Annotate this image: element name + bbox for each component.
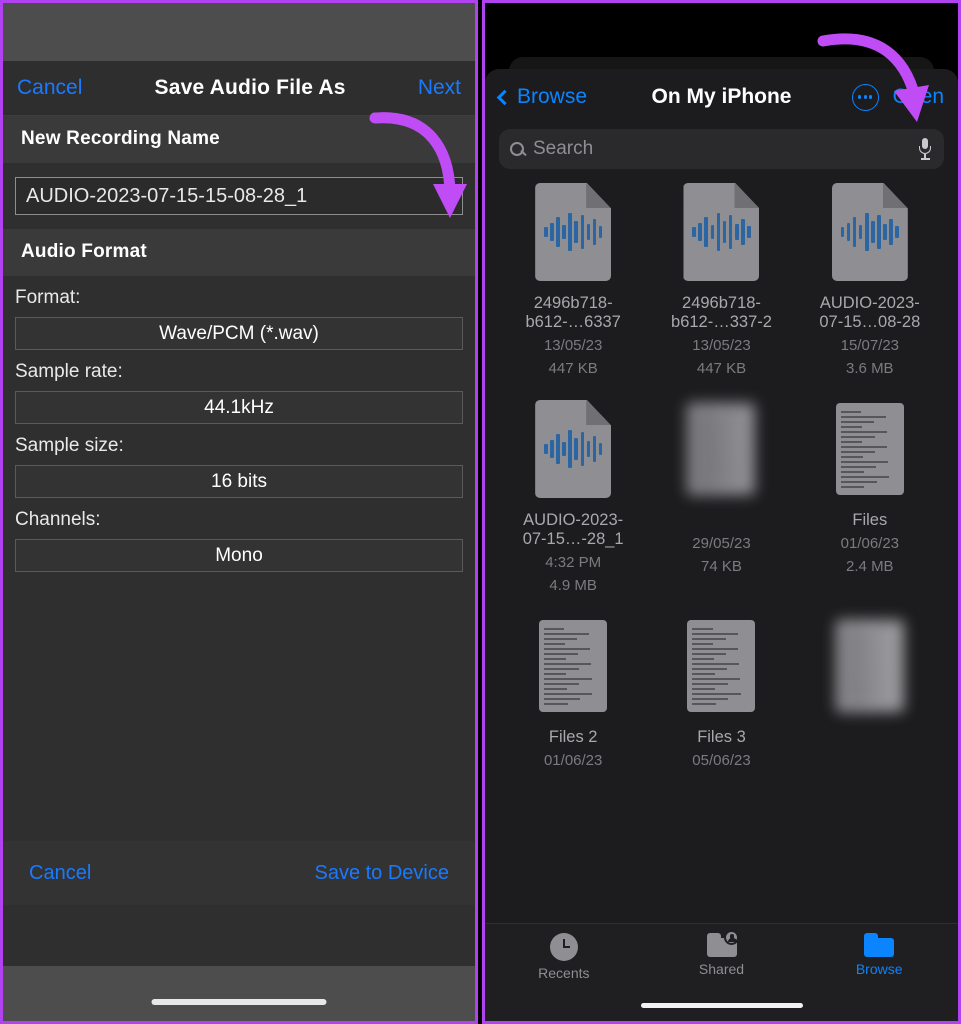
file-grid: 2496b718-b612-…6337 13/05/23 447 KB 2496b71… xyxy=(485,169,958,871)
section-header-audio-format: Audio Format xyxy=(3,229,475,276)
file-date: 13/05/23 xyxy=(543,337,603,354)
file-size: 2.4 MB xyxy=(846,558,894,575)
file-size: 3.6 MB xyxy=(846,360,894,377)
microphone-icon[interactable] xyxy=(917,138,933,160)
id-document-file-icon xyxy=(832,617,908,715)
file-item[interactable] xyxy=(796,617,944,770)
navbar-right-actions: Open xyxy=(851,83,944,111)
shared-folder-icon xyxy=(706,930,739,957)
file-date: 01/06/23 xyxy=(543,752,603,769)
right-home-indicator[interactable] xyxy=(640,1002,803,1008)
spacer xyxy=(3,215,475,229)
right-navbar: Browse On My iPhone Open xyxy=(485,69,958,125)
channels-select[interactable]: Mono xyxy=(15,539,463,572)
cancel-button-bottom[interactable]: Cancel xyxy=(29,862,91,885)
tab-shared[interactable]: Shared xyxy=(643,930,801,977)
screenshot-root: Cancel Save Audio File As Next New Recor… xyxy=(0,0,961,1024)
file-name xyxy=(719,511,724,530)
search-placeholder: Search xyxy=(533,138,594,159)
document-file-icon xyxy=(683,617,759,715)
left-form-body: New Recording Name AUDIO-2023-07-15-15-0… xyxy=(3,112,475,905)
tab-label-browse: Browse xyxy=(855,961,903,977)
left-home-indicator-area xyxy=(3,966,475,1021)
file-date: 05/06/23 xyxy=(692,752,751,769)
search-icon xyxy=(510,142,524,156)
file-item[interactable]: Files 2 01/06/23 xyxy=(499,617,647,770)
tab-label-recents: Recents xyxy=(538,965,590,981)
page-title: Save Audio File As xyxy=(154,76,346,99)
more-options-icon[interactable] xyxy=(851,83,879,111)
file-size: 74 KB xyxy=(701,558,742,575)
left-navbar: Cancel Save Audio File As Next xyxy=(3,61,475,116)
file-item[interactable]: 2496b718-b612-…6337 13/05/23 447 KB xyxy=(499,183,647,378)
home-indicator[interactable] xyxy=(151,999,327,1005)
file-name: Files 2 xyxy=(548,728,598,746)
file-name: AUDIO-2023-07-15…08-28 xyxy=(819,294,921,331)
back-to-browse-button[interactable]: Browse xyxy=(496,85,588,109)
tab-recents[interactable]: Recents xyxy=(485,933,643,981)
file-date: 13/05/23 xyxy=(692,337,751,354)
file-name: 2496b718-b612-…6337 xyxy=(525,294,621,331)
tab-label-shared: Shared xyxy=(698,961,745,977)
spacer xyxy=(3,163,475,177)
right-panel-files-browser: Browse On My iPhone Open Search 2496b718… xyxy=(482,0,961,1024)
file-name: AUDIO-2023-07-15…-28_1 xyxy=(522,511,624,548)
file-date: 29/05/23 xyxy=(692,535,751,552)
field-label-sample-rate: Sample rate: xyxy=(15,361,123,382)
sample-rate-select[interactable]: 44.1kHz xyxy=(15,391,463,424)
tab-browse[interactable]: Browse xyxy=(800,933,958,977)
filename-input[interactable]: AUDIO-2023-07-15-15-08-28_1 xyxy=(15,177,463,215)
file-size: 447 KB xyxy=(548,360,598,377)
file-size: 447 KB xyxy=(696,360,747,377)
audio-file-icon xyxy=(831,183,908,281)
back-button-label: Browse xyxy=(517,85,588,108)
file-name: Files xyxy=(852,511,888,529)
field-label-format: Format: xyxy=(15,287,81,308)
field-label-sample-size: Sample size: xyxy=(15,435,124,456)
left-panel-save-audio-dialog: Cancel Save Audio File As Next New Recor… xyxy=(0,0,478,1024)
chevron-left-icon xyxy=(496,89,513,105)
file-date: 15/07/23 xyxy=(840,337,900,354)
next-button[interactable]: Next xyxy=(418,76,461,100)
file-date: 01/06/23 xyxy=(840,535,900,552)
section-header-recording-name: New Recording Name xyxy=(3,116,475,163)
document-file-icon xyxy=(832,400,908,498)
folder-icon xyxy=(864,933,895,957)
sample-size-select[interactable]: 16 bits xyxy=(15,465,463,498)
file-item[interactable]: AUDIO-2023-07-15…-28_1 4:32 PM 4.9 MB xyxy=(499,400,647,595)
open-button[interactable]: Open xyxy=(893,85,944,109)
files-sheet: Browse On My iPhone Open Search 2496b718… xyxy=(485,69,958,1021)
document-file-icon xyxy=(535,617,611,715)
left-status-bar xyxy=(3,3,475,61)
field-label-channels: Channels: xyxy=(15,509,101,530)
audio-file-icon xyxy=(535,183,612,281)
cancel-button-top[interactable]: Cancel xyxy=(17,76,82,100)
file-date: 4:32 PM xyxy=(545,554,602,571)
document-file-icon xyxy=(683,400,759,498)
file-item[interactable]: 2496b718-b612-…337-2 13/05/23 447 KB xyxy=(647,183,795,378)
clock-icon xyxy=(549,933,578,961)
search-input[interactable]: Search xyxy=(499,129,944,169)
file-name: 2496b718-b612-…337-2 xyxy=(671,294,772,331)
file-item[interactable]: Files 3 05/06/23 xyxy=(647,617,795,770)
save-to-device-button[interactable]: Save to Device xyxy=(314,862,449,885)
file-name: Files 3 xyxy=(697,728,746,746)
file-size: 4.9 MB xyxy=(549,577,597,594)
file-item[interactable]: Files 01/06/23 2.4 MB xyxy=(796,400,944,595)
audio-file-icon xyxy=(535,400,612,498)
file-item[interactable]: AUDIO-2023-07-15…08-28 15/07/23 3.6 MB xyxy=(796,183,944,378)
left-footer-bar: Cancel Save to Device xyxy=(3,841,475,905)
audio-file-icon xyxy=(683,183,760,281)
file-item[interactable]: 29/05/23 74 KB xyxy=(647,400,795,595)
file-name xyxy=(868,728,873,747)
format-select[interactable]: Wave/PCM (*.wav) xyxy=(15,317,463,350)
